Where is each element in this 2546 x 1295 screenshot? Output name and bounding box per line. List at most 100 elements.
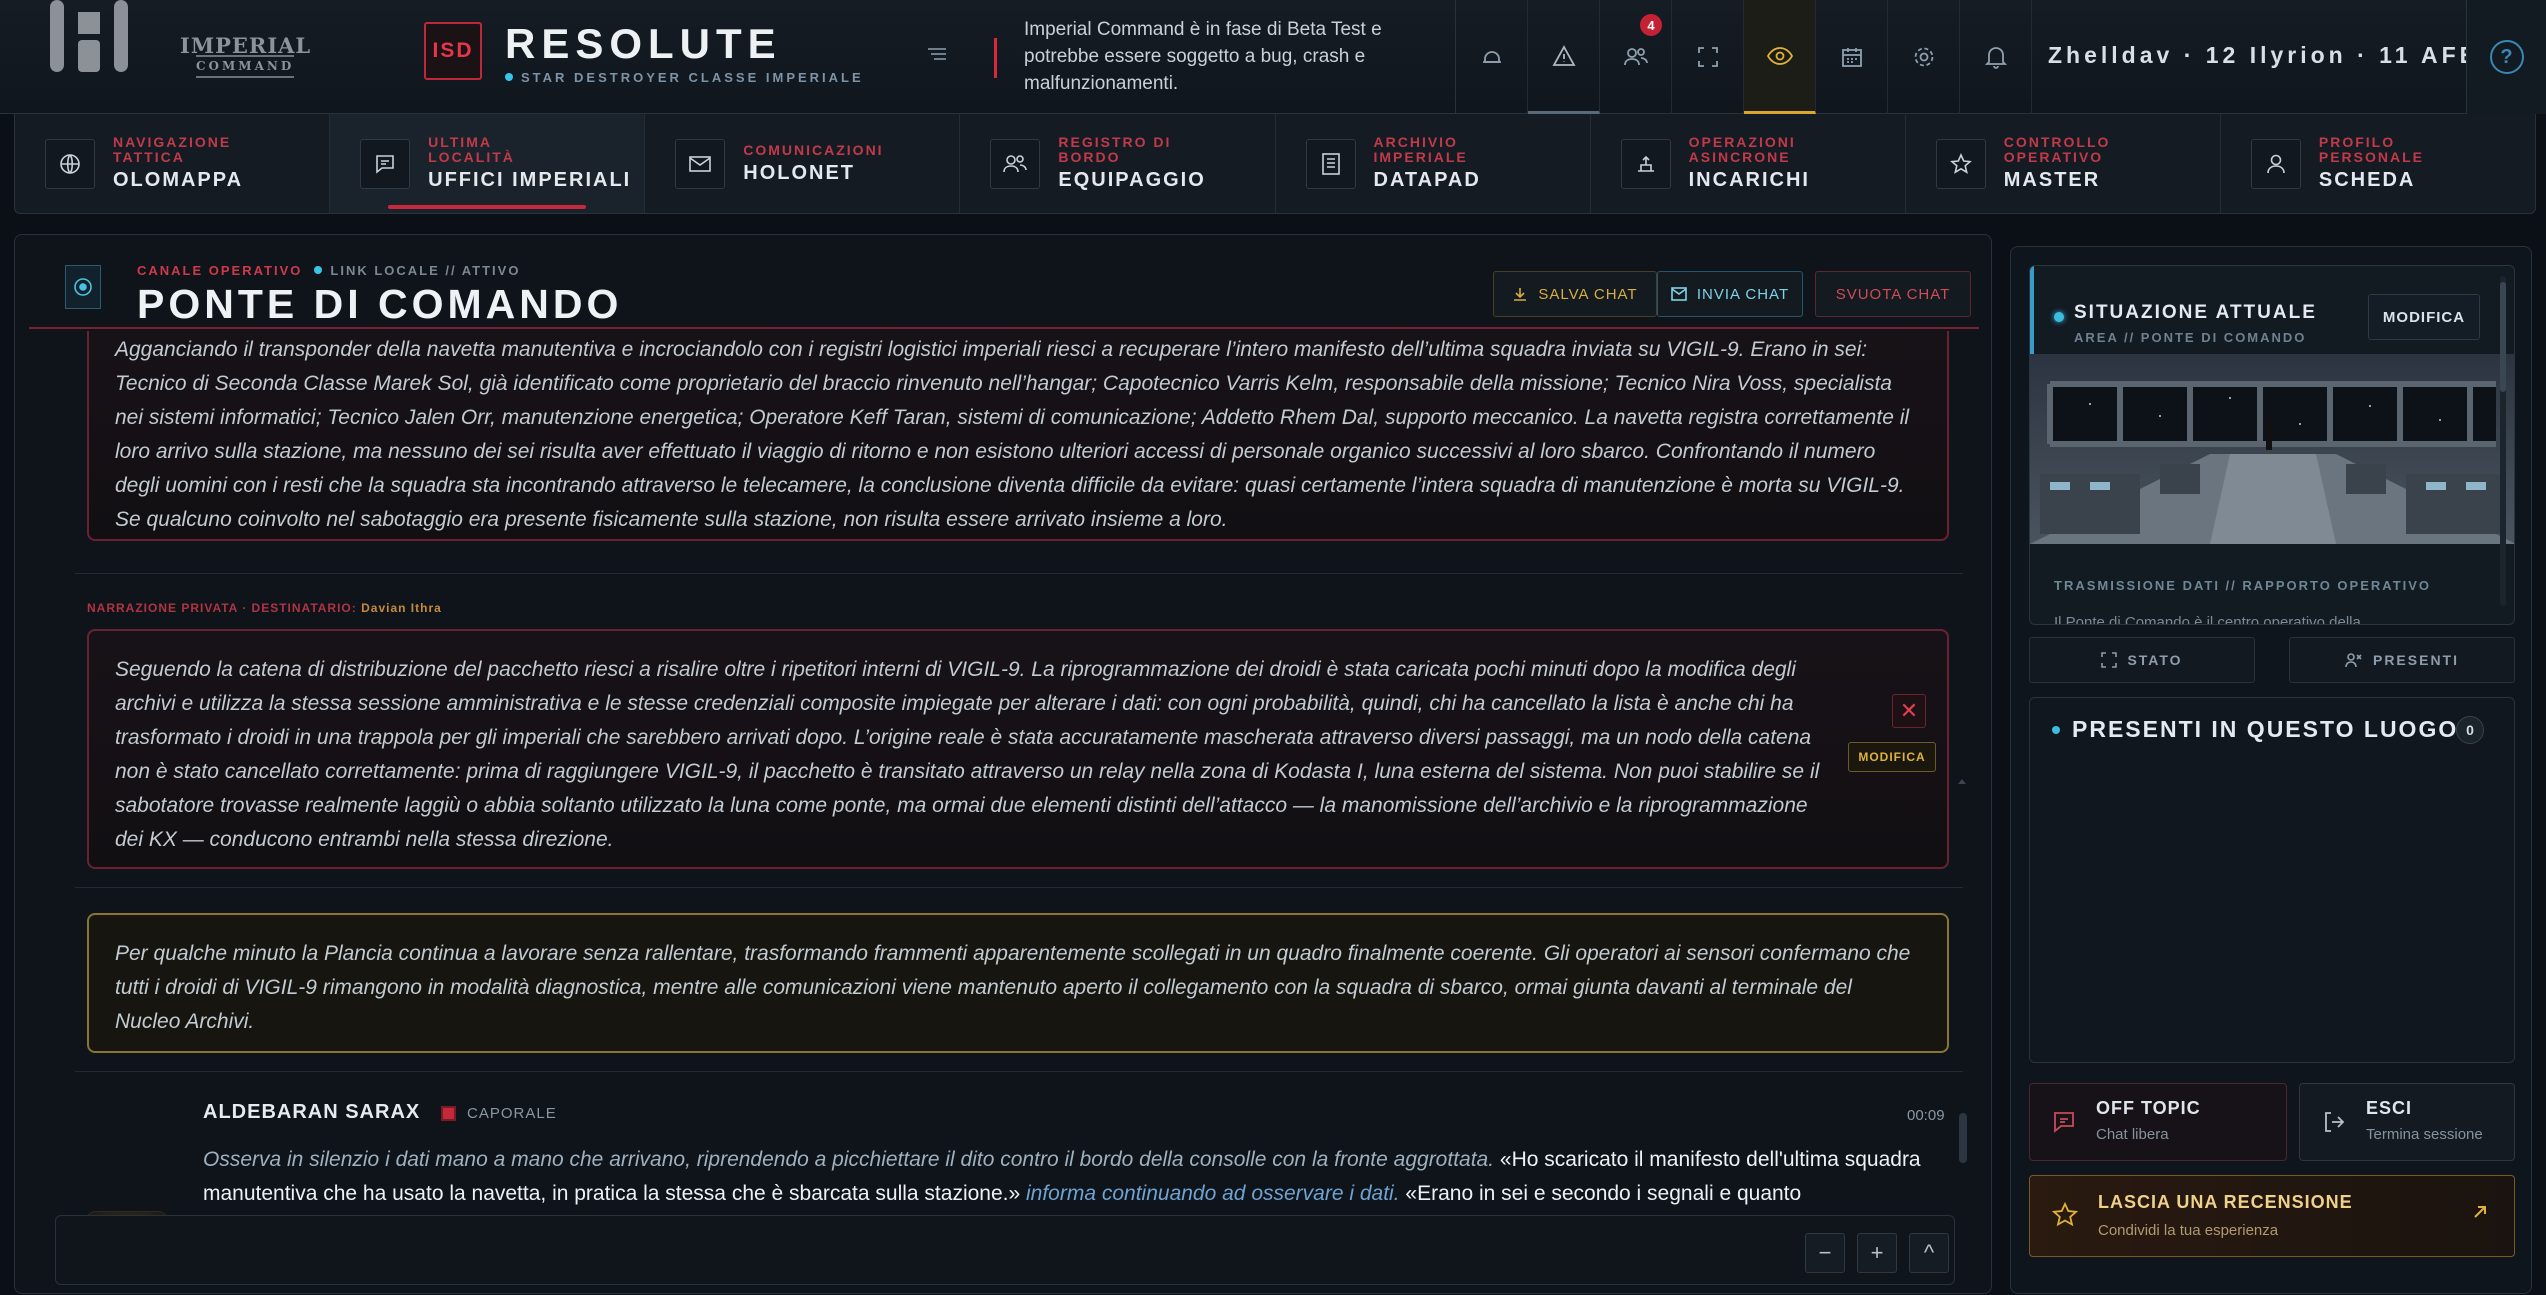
nav-label: EQUIPAGGIO: [1058, 169, 1206, 191]
tab-stato-label: STATO: [2127, 652, 2183, 668]
situation-description: Il Ponte di Comando è il centro operativ…: [2054, 614, 2361, 625]
page-title: PONTE DI COMANDO: [137, 281, 623, 327]
ship-class: STAR DESTROYER CLASSE IMPERIALE: [505, 70, 864, 85]
scrollbar-thumb[interactable]: [1959, 1113, 1967, 1163]
nav-item-uffici-imperiali[interactable]: ULTIMA LOCALITÀ UFFICI IMPERIALI: [330, 114, 646, 213]
mail-icon: [1671, 287, 1687, 301]
beta-notice: Imperial Command è in fase di Beta Test …: [1024, 19, 1382, 94]
channel-type: CANALE OPERATIVO: [137, 263, 303, 278]
chat-speech: «Erano in sei e secondo i segnali e quan…: [1405, 1182, 1802, 1205]
settings-button[interactable]: [1888, 0, 1960, 114]
nav-item-holonet[interactable]: COMUNICAZIONI HOLONET: [645, 114, 961, 213]
situation-scrollbar[interactable]: [2500, 276, 2506, 606]
chat-icon: [360, 138, 411, 189]
chat-icon: [2054, 1112, 2074, 1133]
chat-rank: CAPORALE: [467, 1105, 557, 1122]
beta-accent-bar: [994, 38, 997, 78]
nav-label: SCHEDA: [2318, 169, 2416, 191]
tasks-icon: [1620, 138, 1671, 189]
ship-name: RESOLUTE: [505, 20, 782, 67]
off-topic-subtitle: Chat libera: [2096, 1126, 2169, 1143]
users-icon: [990, 138, 1041, 189]
arrow-up-right-icon: [2474, 1206, 2486, 1218]
chat-action: informa continuando ad osservare i dati.: [1026, 1182, 1400, 1205]
review-button[interactable]: LASCIA UNA RECENSIONE Condividi la tua e…: [2029, 1175, 2515, 1257]
calendar-icon: [1841, 48, 1862, 67]
channel-meta: CANALE OPERATIVO LINK LOCALE // ATTIVO: [137, 263, 520, 278]
ship-class-label: STAR DESTROYER CLASSE IMPERIALE: [521, 70, 864, 85]
tab-presenti[interactable]: PRESENTI: [2289, 637, 2515, 683]
nav-category: OPERAZIONI ASINCRONE: [1688, 134, 1796, 165]
exit-title: ESCI: [2366, 1098, 2413, 1118]
tab-presenti-label: PRESENTI: [2372, 652, 2459, 668]
edit-narration-button[interactable]: MODIFICA: [1848, 742, 1936, 772]
channel-status: LINK LOCALE // ATTIVO: [314, 263, 520, 278]
zoom-in-button[interactable]: +: [1857, 1233, 1897, 1273]
users-icon: [2345, 653, 2362, 668]
ship-badge: ISD: [424, 22, 482, 80]
channel-icon: [65, 265, 101, 309]
chat-action: Osserva in silenzio i dati mano a mano c…: [203, 1148, 1495, 1171]
message-divider: [75, 887, 1963, 888]
nav-item-olomappa[interactable]: NAVIGAZIONE TATTICA OLOMAPPA: [15, 114, 331, 213]
nav-item-incarichi[interactable]: OPERAZIONI ASINCRONE INCARICHI: [1591, 114, 1906, 213]
present-panel: PRESENTI IN QUESTO LUOGO 0: [2029, 697, 2515, 1063]
droid-button[interactable]: [1456, 0, 1528, 114]
save-chat-label: SALVA CHAT: [1538, 285, 1638, 303]
nav-item-equipaggio[interactable]: REGISTRO DI BORDO EQUIPAGGIO: [960, 114, 1276, 213]
notification-badge: 4: [1640, 14, 1662, 36]
help-icon: ?: [2489, 40, 2524, 74]
situation-edit-button[interactable]: MODIFICA: [2368, 294, 2480, 340]
status-dot-icon: [2054, 312, 2064, 322]
chat-input[interactable]: [55, 1215, 1955, 1285]
chat-timestamp: 00:09: [1907, 1107, 1945, 1124]
nav-category: COMUNICAZIONI: [743, 141, 884, 158]
off-topic-button[interactable]: OFF TOPIC Chat libera: [2029, 1083, 2287, 1161]
main-nav: NAVIGAZIONE TATTICA OLOMAPPA ULTIMA LOCAL…: [14, 114, 2536, 214]
star-icon: [1935, 138, 1986, 189]
nav-label: INCARICHI: [1688, 169, 1810, 191]
clear-chat-button[interactable]: SVUOTA CHAT: [1815, 271, 1971, 317]
logout-icon: [2325, 1112, 2345, 1132]
fullscreen-icon: [1697, 47, 1718, 67]
private-label-text: NARRAZIONE PRIVATA · DESTINATARIO:: [87, 601, 357, 615]
tab-stato[interactable]: STATO: [2029, 637, 2255, 683]
nav-category: CONTROLLO OPERATIVO: [2003, 134, 2111, 165]
visibility-button[interactable]: [1744, 0, 1816, 114]
scroll-top-button[interactable]: ^: [1909, 1233, 1949, 1273]
review-subtitle: Condividi la tua esperienza: [2098, 1222, 2279, 1239]
ship-menu-icon[interactable]: [926, 44, 948, 64]
download-icon: [1514, 288, 1527, 301]
alert-button[interactable]: [1528, 0, 1600, 114]
close-narration-button[interactable]: ✕: [1892, 694, 1926, 728]
nav-label: DATAPAD: [1373, 169, 1481, 191]
zoom-out-button[interactable]: −: [1805, 1233, 1845, 1273]
nav-item-scheda[interactable]: PROFILO PERSONALE SCHEDA: [2221, 114, 2535, 213]
calendar-button[interactable]: [1816, 0, 1888, 114]
fullscreen-icon: [2101, 652, 2118, 668]
nav-category: ULTIMA LOCALITÀ: [428, 134, 515, 165]
side-panel: SITUAZIONE ATTUALE AREA // PONTE DI COMA…: [2010, 246, 2532, 1294]
chat-message-body: Osserva in silenzio i dati mano a mano c…: [203, 1143, 1953, 1211]
save-chat-button[interactable]: SALVA CHAT: [1493, 271, 1657, 317]
nav-item-datapad[interactable]: ARCHIVIO IMPERIALE DATAPAD: [1276, 114, 1591, 213]
fullscreen-button[interactable]: [1672, 0, 1744, 114]
globe-icon: [45, 138, 95, 189]
notifications-button[interactable]: [1960, 0, 2032, 114]
help-button[interactable]: ?: [2466, 0, 2546, 114]
scroll-up-arrow-icon[interactable]: [1957, 341, 1967, 1221]
situation-area: AREA // PONTE DI COMANDO: [2074, 330, 2307, 345]
crew-button[interactable]: 4: [1600, 0, 1672, 114]
logo-line-1: IMPERIAL: [180, 33, 312, 58]
send-chat-button[interactable]: INVIA CHAT: [1657, 271, 1803, 317]
private-narration-label: NARRAZIONE PRIVATA · DESTINATARIO: Davia…: [87, 601, 442, 615]
brand-logo-icon[interactable]: [44, 0, 134, 76]
message-list[interactable]: Agganciando il transponder della navetta…: [65, 331, 1971, 1221]
bridge-image: [2030, 354, 2514, 544]
status-dot-icon: [2052, 726, 2060, 734]
exit-button[interactable]: ESCI Termina sessione: [2299, 1083, 2515, 1161]
nav-category: REGISTRO DI BORDO: [1058, 134, 1172, 165]
chat-author[interactable]: ALDEBARAN SARAX: [203, 1101, 420, 1124]
nav-item-master[interactable]: CONTROLLO OPERATIVO MASTER: [1906, 114, 2221, 213]
nav-label: OLOMAPPA: [113, 169, 244, 191]
